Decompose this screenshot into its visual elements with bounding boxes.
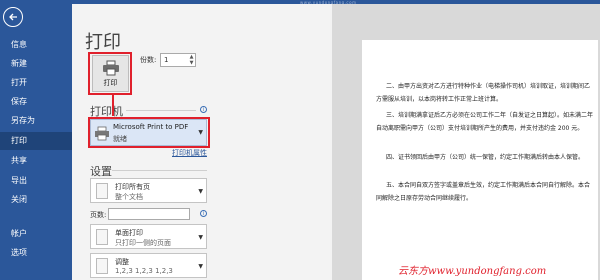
back-arrow-icon[interactable]	[3, 7, 23, 27]
highlight-connector	[112, 94, 114, 116]
sides-sub: 只打印一侧的页面	[115, 239, 171, 247]
settings-divider	[112, 170, 207, 171]
nav-item-info[interactable]: 信息	[0, 36, 72, 54]
printer-divider	[126, 110, 196, 111]
print-range-sub: 整个文档	[115, 193, 143, 201]
chevron-down-icon: ▼	[198, 263, 203, 270]
nav-item-new[interactable]: 新建	[0, 55, 72, 73]
highlight-printer-dropdown	[88, 117, 210, 148]
info-icon[interactable]: i	[200, 106, 207, 113]
copies-value: 1	[164, 56, 169, 64]
watermark: 云东方www.yundongfang.com	[398, 266, 547, 277]
collate-icon	[96, 258, 108, 274]
nav-item-save-as[interactable]: 另存为	[0, 112, 72, 130]
collate-dropdown[interactable]: 调整 1,2,3 1,2,3 1,2,3 ▼	[90, 253, 207, 278]
sides-dropdown[interactable]: 单面打印 只打印一侧的页面 ▼	[90, 224, 207, 249]
chevron-down-icon: ▼	[198, 234, 203, 241]
pages-input[interactable]	[108, 208, 190, 220]
print-range-dropdown[interactable]: 打印所有页 整个文档 ▼	[90, 178, 207, 203]
nav-item-open[interactable]: 打开	[0, 74, 72, 92]
nav-item-save[interactable]: 保存	[0, 93, 72, 111]
printer-properties-link[interactable]: 打印机属性	[172, 148, 207, 158]
nav-item-share[interactable]: 共享	[0, 152, 72, 170]
chevron-down-icon: ▼	[198, 188, 203, 195]
nav-item-close[interactable]: 关闭	[0, 191, 72, 209]
pages-icon	[96, 183, 108, 199]
page-title: 打印	[85, 32, 121, 53]
nav-item-print[interactable]: 打印	[0, 132, 72, 150]
settings-section-title: 设置	[90, 165, 112, 178]
nav-item-export[interactable]: 导出	[0, 172, 72, 190]
nav-item-options[interactable]: 选项	[0, 244, 72, 262]
preview-paragraph: 五、本合同自双方签字或盖章后生效，约定工作期满后本合同自行解除。本合同解除之日原…	[376, 182, 591, 202]
collate-main: 调整	[115, 258, 129, 266]
collate-sub: 1,2,3 1,2,3 1,2,3	[115, 267, 173, 275]
pages-label: 页数:	[90, 211, 107, 219]
print-range-main: 打印所有页	[115, 183, 150, 191]
highlight-print-button	[88, 52, 132, 95]
preview-paragraph: 三、培训期满拿证后乙方必须在公司工作二年（自发证之日算起）。如未满二年自动离职需…	[376, 112, 594, 132]
copies-label: 份数:	[140, 56, 157, 64]
preview-paragraph: 二、由甲方出资对乙方进行特种作业（电梯操作司机）培训取证，培训期间乙方需服从培训…	[376, 83, 591, 103]
sides-main: 单面打印	[115, 229, 143, 237]
copies-spinner[interactable]: ▲ ▼	[188, 54, 195, 66]
nav-item-account[interactable]: 帐户	[0, 225, 72, 243]
info-icon[interactable]: i	[200, 210, 207, 217]
single-side-icon	[96, 229, 108, 245]
preview-paragraph: 四、证书领回后由甲方（公司）统一保管，约定工作期满后转由本人保管。	[386, 154, 585, 161]
copies-input[interactable]: 1 ▲ ▼	[160, 53, 196, 67]
